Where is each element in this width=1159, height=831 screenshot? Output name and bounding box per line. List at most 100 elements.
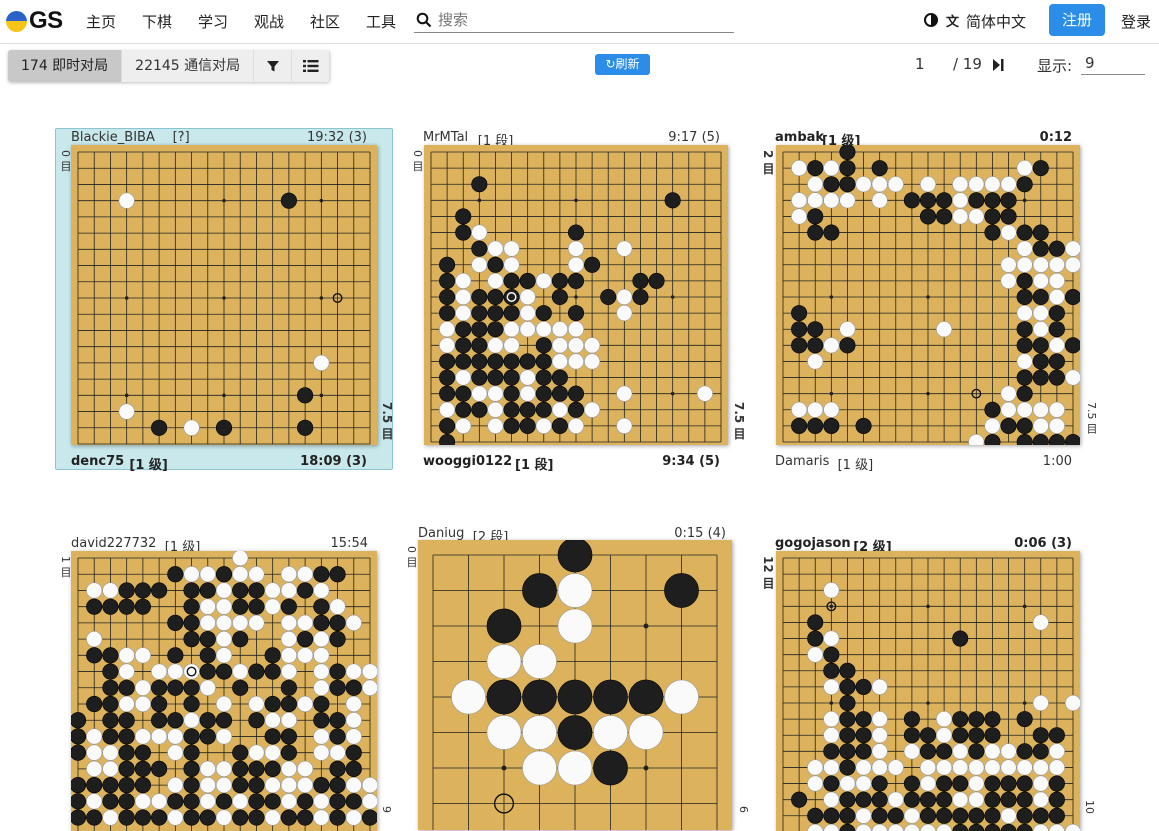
list-view-button[interactable] bbox=[292, 50, 331, 82]
white-stone bbox=[86, 728, 103, 745]
black-stone bbox=[1032, 353, 1049, 370]
black-player-name[interactable]: denc75 bbox=[71, 454, 124, 469]
white-stone bbox=[297, 760, 314, 777]
white-stone bbox=[102, 760, 119, 777]
white-stone bbox=[1065, 823, 1080, 831]
black-stone bbox=[118, 679, 135, 696]
white-stone bbox=[791, 401, 808, 418]
black-player-name[interactable]: wooggi0122 bbox=[423, 454, 512, 469]
black-stone bbox=[439, 256, 456, 273]
black-stone bbox=[183, 809, 200, 826]
nav-link-learn[interactable]: 学习 bbox=[198, 11, 228, 32]
black-stone bbox=[215, 419, 233, 436]
white-stone bbox=[855, 823, 872, 831]
language-icon[interactable]: 文 bbox=[946, 11, 959, 30]
black-stone bbox=[839, 337, 856, 354]
black-stone bbox=[471, 401, 488, 418]
black-stone bbox=[232, 582, 249, 599]
black-stone bbox=[1032, 288, 1049, 306]
white-stone bbox=[487, 401, 504, 418]
white-stone bbox=[215, 728, 233, 745]
black-stone bbox=[968, 711, 985, 728]
go-board[interactable] bbox=[418, 540, 732, 830]
white-stone bbox=[519, 305, 536, 322]
black-player-name[interactable]: Damaris bbox=[775, 454, 829, 469]
white-stone bbox=[871, 711, 888, 728]
live-games-tab[interactable]: 174 即时对局 bbox=[8, 50, 123, 82]
white-player-name[interactable]: ambak bbox=[775, 130, 824, 145]
black-stone bbox=[1048, 321, 1065, 338]
language-selector[interactable]: 简体中文 bbox=[966, 11, 1026, 32]
show-count-input[interactable] bbox=[1081, 51, 1145, 75]
white-player-name[interactable]: david227732 bbox=[71, 536, 156, 551]
go-board[interactable] bbox=[71, 145, 377, 445]
white-stone bbox=[807, 775, 824, 792]
white-stone bbox=[134, 728, 151, 745]
login-link[interactable]: 登录 bbox=[1121, 11, 1151, 32]
black-stone bbox=[199, 809, 216, 826]
white-stone bbox=[503, 240, 520, 257]
black-stone bbox=[1016, 711, 1033, 728]
white-stone bbox=[839, 321, 856, 338]
black-stone bbox=[1032, 240, 1049, 257]
black-stone bbox=[567, 401, 585, 418]
page-current[interactable]: 1 bbox=[915, 55, 925, 73]
black-stone bbox=[329, 760, 346, 777]
black-stone bbox=[151, 809, 168, 826]
black-stone bbox=[551, 288, 568, 306]
go-board[interactable] bbox=[71, 551, 377, 831]
black-stone bbox=[134, 777, 151, 794]
white-stone bbox=[1000, 401, 1017, 418]
black-stone bbox=[919, 727, 937, 744]
last-page-icon[interactable] bbox=[993, 59, 1004, 71]
white-player-name[interactable]: Daniug bbox=[418, 526, 464, 541]
white-stone bbox=[791, 208, 808, 225]
black-stone bbox=[503, 385, 520, 402]
nav-link-home[interactable]: 主页 bbox=[86, 11, 116, 32]
nav-link-community[interactable]: 社区 bbox=[310, 11, 340, 32]
white-player-name[interactable]: Blackie_BIBA bbox=[71, 130, 155, 145]
black-stone bbox=[248, 793, 265, 810]
black-stone bbox=[1016, 176, 1033, 193]
white-player-name[interactable]: MrMTal bbox=[423, 130, 468, 145]
go-board[interactable] bbox=[776, 551, 1080, 831]
nav-link-watch[interactable]: 观战 bbox=[254, 11, 284, 32]
black-stone bbox=[855, 743, 872, 760]
search-input[interactable] bbox=[438, 9, 728, 31]
white-stone bbox=[199, 793, 216, 810]
white-stone bbox=[264, 598, 281, 615]
white-stone bbox=[329, 744, 346, 761]
nav-link-play[interactable]: 下棋 bbox=[142, 11, 172, 32]
filter-button[interactable] bbox=[254, 50, 293, 82]
black-stone bbox=[984, 192, 1001, 209]
theme-toggle-icon[interactable] bbox=[924, 13, 938, 27]
white-stone bbox=[871, 759, 888, 776]
black-stone bbox=[455, 353, 472, 370]
white-stone bbox=[871, 743, 888, 760]
black-stone bbox=[215, 566, 233, 583]
white-stone bbox=[1032, 417, 1049, 434]
white-score-label: 2 目 bbox=[761, 150, 775, 175]
go-board[interactable] bbox=[776, 145, 1080, 445]
white-stone bbox=[232, 614, 249, 631]
white-stone bbox=[280, 760, 297, 777]
register-button[interactable]: 注册 bbox=[1049, 4, 1105, 36]
white-stone bbox=[936, 321, 953, 338]
white-player-name[interactable]: gogojason bbox=[775, 536, 851, 551]
black-stone bbox=[134, 598, 151, 615]
white-stone bbox=[264, 777, 281, 794]
refresh-button[interactable]: ↻刷新 bbox=[595, 54, 650, 75]
site-logo[interactable]: GS bbox=[6, 7, 63, 35]
correspondence-games-tab[interactable]: 22145 通信对局 bbox=[122, 50, 255, 82]
black-stone bbox=[648, 272, 665, 289]
go-board[interactable] bbox=[424, 145, 728, 445]
white-stone bbox=[1000, 272, 1017, 289]
white-stone bbox=[455, 288, 472, 306]
black-stone bbox=[839, 727, 856, 744]
white-stone bbox=[1032, 823, 1049, 831]
white-stone bbox=[807, 401, 824, 418]
black-stone bbox=[248, 809, 265, 826]
white-stone bbox=[567, 353, 585, 370]
nav-link-tools[interactable]: 工具 bbox=[366, 11, 396, 32]
white-stone bbox=[183, 419, 200, 436]
